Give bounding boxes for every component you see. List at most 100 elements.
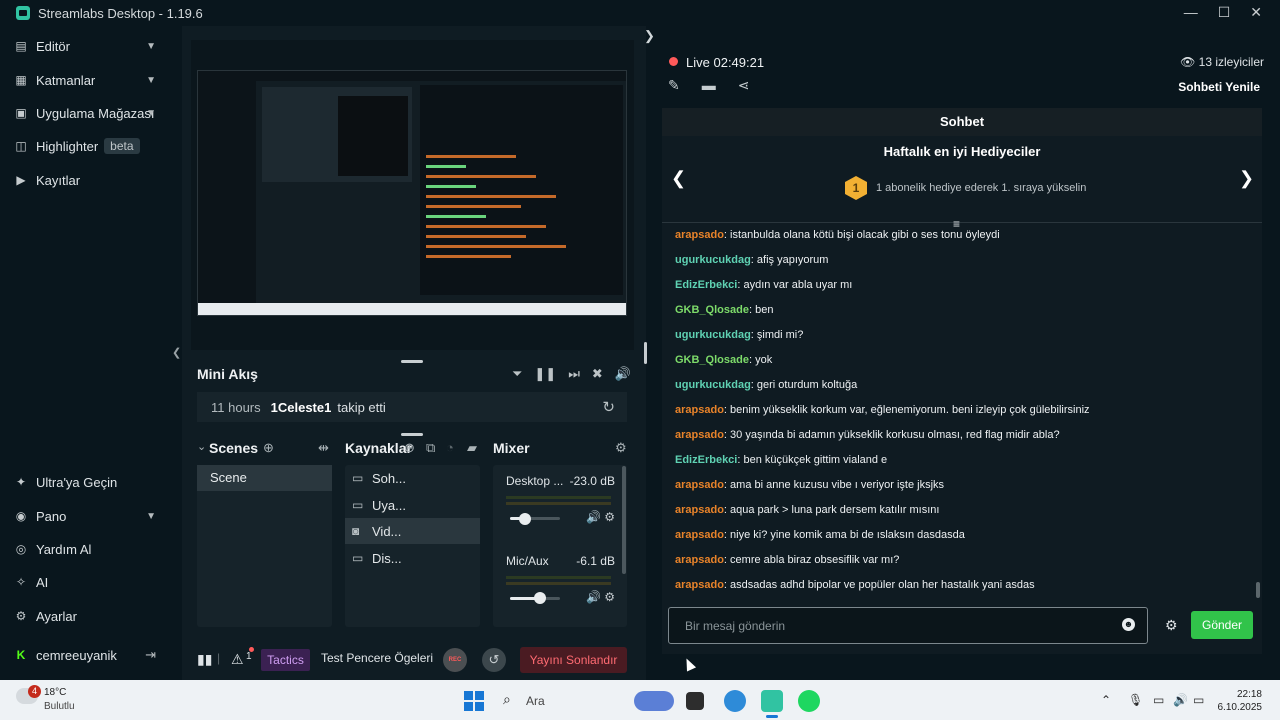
chat-input[interactable] [669,608,1147,643]
source-item-display[interactable]: ▭ Dis... [352,545,480,571]
minimize-button[interactable]: — [1184,4,1198,21]
speaker-icon[interactable]: 🔊 [1173,693,1188,707]
spotify-icon[interactable] [798,690,820,712]
sidebar-item-label: Ayarlar [36,608,77,624]
chat-message-text: : şimdi mi? [750,329,804,341]
sidebar-item-ultra[interactable]: ✦ Ultra'ya Geçin [14,469,164,495]
alert-icon[interactable]: ⚠ [231,651,244,668]
file-explorer-icon[interactable] [686,692,704,710]
microphone-icon[interactable]: 🎙 [1128,693,1143,707]
search-icon[interactable]: ⌕ [503,691,511,708]
sidebar-item-editor[interactable]: ▤ Editör ▼ [14,33,164,59]
volume-meter [506,502,611,505]
chat-settings-icon[interactable]: ⚙ [1165,617,1178,634]
sidebar-item-dashboard[interactable]: ◉ Pano ▼ [14,503,164,529]
display-icon[interactable]: ▭ [1153,693,1164,707]
pause-icon[interactable]: ❚❚ [534,366,556,382]
group-icon[interactable]: ⧉ [426,440,435,456]
chat-username[interactable]: EdizErbekci [675,279,737,291]
emoji-icon[interactable]: ☻ [1122,618,1135,631]
edge-browser-icon[interactable] [724,690,746,712]
search-highlight-icon[interactable] [634,691,674,711]
filter-icon[interactable]: ⏷ [512,366,522,382]
sidebar-item-settings[interactable]: ⚙ Ayarlar [14,603,164,629]
streamlabs-taskbar-icon[interactable] [761,690,783,712]
scene-transition-icon[interactable]: ⇹ [318,440,329,456]
mixer-channel-db: -6.1 dB [576,554,615,568]
mute-alerts-icon[interactable]: ✖ [592,366,603,382]
sidebar-item-app-store[interactable]: ▣ Uygulama Mağazası ▼ [14,100,164,126]
edit-stream-info-icon[interactable]: ✎ [668,77,680,94]
tray-overflow-icon[interactable]: ⌃ [1101,693,1111,707]
chat-username[interactable]: GKB_Qlosade [675,304,749,316]
system-clock[interactable]: 22:18 6.10.2025 [1218,688,1263,714]
folder-icon[interactable]: ▰ [467,440,477,456]
chevron-down-icon[interactable]: ⌄ [197,440,206,453]
maximize-button[interactable]: ☐ [1218,4,1231,21]
gear-icon[interactable]: ⚙ [604,510,615,524]
clip-icon[interactable]: ▬ [702,77,716,94]
tactics-button[interactable]: Tactics [261,649,310,671]
sidebar-item-recordings[interactable]: ▶ Kayıtlar [14,167,164,193]
chat-username[interactable]: arapsado [675,504,724,516]
chat-username[interactable]: arapsado [675,529,724,541]
volume-slider-knob[interactable] [534,592,546,604]
chat-username[interactable]: ugurkucukdag [675,329,751,341]
close-button[interactable]: ✕ [1250,4,1262,21]
gear-icon[interactable]: ⚙ [604,590,615,604]
sidebar-item-label: Editör [36,38,70,54]
mixer-scrollbar[interactable] [622,466,626,574]
send-button[interactable]: Gönder [1191,611,1253,639]
panel-splitter[interactable] [644,342,647,364]
event-time: 11 hours [211,399,261,415]
replay-buffer-button[interactable]: ↺ [482,648,506,672]
chat-scrollbar[interactable] [1256,582,1260,598]
source-item-alerts[interactable]: ▭ Uya... [352,492,480,518]
chevron-left-icon[interactable]: ❮ [671,168,686,189]
refresh-chat-button[interactable]: Sohbeti Yenile [1178,80,1260,94]
sidebar-item-label: Ultra'ya Geçin [36,474,118,490]
sidebar-item-help[interactable]: ◎ Yardım Al [14,536,164,562]
source-item-chat[interactable]: ▭ Soh... [352,465,480,491]
taskbar-search[interactable]: Ara [526,694,545,708]
chat-username[interactable]: arapsado [675,579,724,591]
stats-icon[interactable]: ▮▮ [197,651,212,668]
battery-icon[interactable]: ▭ [1193,693,1204,707]
speaker-icon[interactable]: 🔊 [586,510,601,524]
speaker-icon[interactable]: 🔊 [586,590,601,604]
sidebar-item-layers[interactable]: ▦ Katmanlar ▼ [14,67,164,93]
chevron-right-icon[interactable]: ❯ [1239,168,1254,189]
record-button[interactable]: REC [443,648,467,672]
sidebar-item-highlighter[interactable]: ◫ Highlighter beta [14,133,164,159]
sidebar-user[interactable]: K cemreeuyanik ⇥ [14,642,164,668]
volume-meter [506,576,611,579]
collapse-sidebar-icon[interactable]: ❮ [172,346,181,359]
chat-username[interactable]: EdizErbekci [675,454,737,466]
source-item-video[interactable]: ◙ Vid... [345,518,480,544]
chat-message: arapsado: cemre abla biraz obsesiflik va… [675,554,899,566]
chat-username[interactable]: arapsado [675,479,724,491]
chat-username[interactable]: ugurkucukdag [675,254,751,266]
test-widgets-button[interactable]: Test Pencere Ögeleri [321,651,433,665]
scene-item[interactable]: Scene [197,465,332,491]
chat-username[interactable]: arapsado [675,429,724,441]
chat-username[interactable]: arapsado [675,229,724,241]
chat-username[interactable]: GKB_Qlosade [675,354,749,366]
chat-username[interactable]: ugurkucukdag [675,379,751,391]
share-icon[interactable]: ⋖ [738,77,750,94]
repeat-alert-icon[interactable]: ↻ [602,398,615,416]
end-stream-button[interactable]: Yayını Sonlandır [520,647,627,673]
mixer-settings-icon[interactable]: ⚙ [615,440,627,456]
resize-handle[interactable] [401,433,423,436]
resize-handle[interactable] [401,360,423,363]
sidebar-item-ai[interactable]: ✧ AI [14,569,164,595]
skip-icon[interactable]: ⏭ [568,366,580,382]
add-scene-icon[interactable]: ⊕ [263,440,274,456]
chat-username[interactable]: arapsado [675,554,724,566]
volume-slider-knob[interactable] [519,513,531,525]
windows-start-icon[interactable] [464,691,484,711]
add-source-icon[interactable]: ⊕ [404,440,415,456]
volume-icon[interactable]: 🔊 [615,366,631,382]
logout-icon[interactable]: ⇥ [145,647,156,663]
chat-username[interactable]: arapsado [675,404,724,416]
